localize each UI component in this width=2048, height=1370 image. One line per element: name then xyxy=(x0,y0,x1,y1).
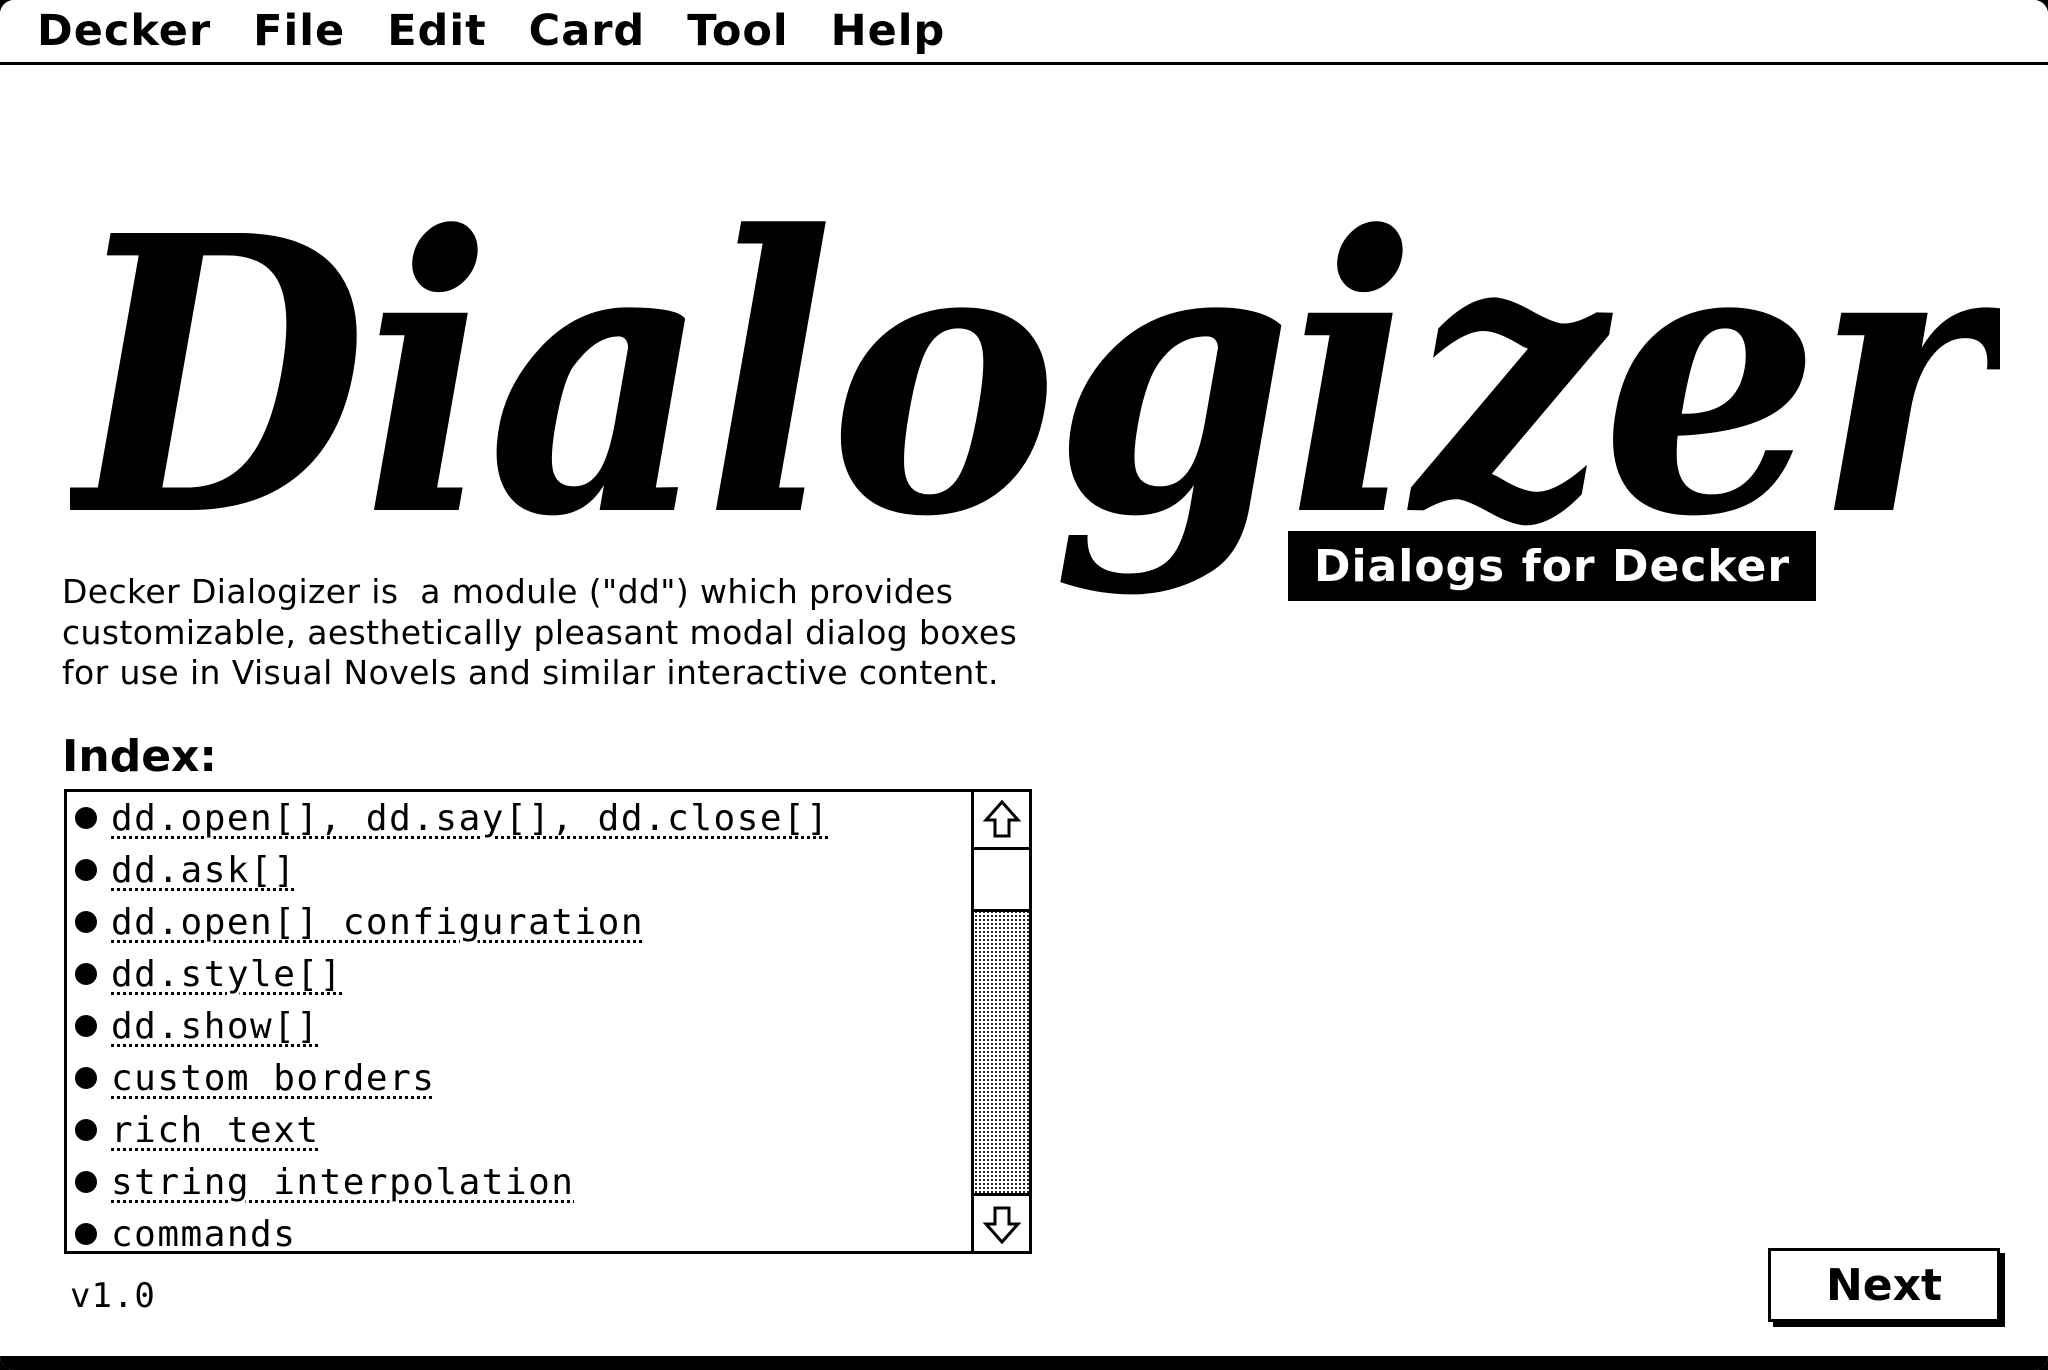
down-arrow-icon xyxy=(982,1206,1021,1244)
screen-bottom-edge xyxy=(0,1356,2048,1370)
tagline-text: Dialogs for Decker xyxy=(1313,540,1791,592)
decker-window: Decker File Edit Card Tool Help Dialogiz… xyxy=(0,0,2048,1370)
description-line: customizable, aesthetically pleasant mod… xyxy=(62,612,1018,652)
list-item-label[interactable]: custom borders xyxy=(111,1058,435,1099)
next-button[interactable]: Next xyxy=(1768,1248,2000,1322)
list-item-dd-open-configuration[interactable]: dd.open[] configuration xyxy=(75,896,644,948)
list-item-custom-borders[interactable]: custom borders xyxy=(75,1052,435,1104)
list-item-label[interactable]: dd.style[] xyxy=(111,954,343,995)
list-item-label[interactable]: dd.show[] xyxy=(111,1006,320,1047)
list-item-label[interactable]: commands xyxy=(111,1214,296,1252)
bullet-icon xyxy=(75,963,97,985)
list-item-dd-open-say-close[interactable]: dd.open[], dd.say[], dd.close[] xyxy=(75,792,829,844)
list-item-dd-style[interactable]: dd.style[] xyxy=(75,948,343,1000)
menu-decker[interactable]: Decker xyxy=(37,9,211,53)
list-item-label[interactable]: rich text xyxy=(111,1110,320,1151)
next-button-label: Next xyxy=(1825,1259,1943,1311)
list-item-label[interactable]: dd.open[] configuration xyxy=(111,902,644,943)
index-list-items: dd.open[], dd.say[], dd.close[] dd.ask[]… xyxy=(67,792,975,1251)
index-scrollbar[interactable] xyxy=(971,792,1029,1251)
index-heading: Index: xyxy=(62,731,218,782)
list-item-commands[interactable]: commands xyxy=(75,1208,296,1251)
list-item-rich-text[interactable]: rich text xyxy=(75,1104,320,1156)
bullet-icon xyxy=(75,1171,97,1193)
bullet-icon xyxy=(75,1223,97,1245)
description-line: for use in Visual Novels and similar int… xyxy=(62,653,999,692)
bullet-icon xyxy=(75,1015,97,1037)
tagline-banner: Dialogs for Decker xyxy=(1288,531,1816,601)
bullet-icon xyxy=(75,1067,97,1089)
bullet-icon xyxy=(75,859,97,881)
version-label: v1.0 xyxy=(70,1276,156,1316)
menu-file[interactable]: File xyxy=(253,9,345,53)
scroll-down-button[interactable] xyxy=(974,1193,1029,1251)
bullet-icon xyxy=(75,1119,97,1141)
menu-tool[interactable]: Tool xyxy=(687,9,788,53)
list-item-label[interactable]: dd.open[], dd.say[], dd.close[] xyxy=(111,798,829,839)
scroll-up-button[interactable] xyxy=(974,792,1029,850)
list-item-string-interpolation[interactable]: string interpolation xyxy=(75,1156,574,1208)
menu-card[interactable]: Card xyxy=(529,9,646,53)
description-line: Decker Dialogizer is a module ("dd") whi… xyxy=(62,572,954,611)
list-item-dd-show[interactable]: dd.show[] xyxy=(75,1000,320,1052)
bullet-icon xyxy=(75,911,97,933)
up-arrow-icon xyxy=(982,799,1021,837)
bullet-icon xyxy=(75,807,97,829)
menu-edit[interactable]: Edit xyxy=(387,9,486,53)
list-item-dd-ask[interactable]: dd.ask[] xyxy=(75,844,296,896)
menu-bar: Decker File Edit Card Tool Help xyxy=(0,0,2048,65)
scroll-thumb[interactable] xyxy=(974,850,1029,912)
menu-help[interactable]: Help xyxy=(831,9,946,53)
description-text: Decker Dialogizer is a module ("dd") whi… xyxy=(62,572,1062,694)
index-list[interactable]: dd.open[], dd.say[], dd.close[] dd.ask[]… xyxy=(64,789,1032,1254)
list-item-label[interactable]: string interpolation xyxy=(111,1162,574,1203)
list-item-label[interactable]: dd.ask[] xyxy=(111,850,296,891)
